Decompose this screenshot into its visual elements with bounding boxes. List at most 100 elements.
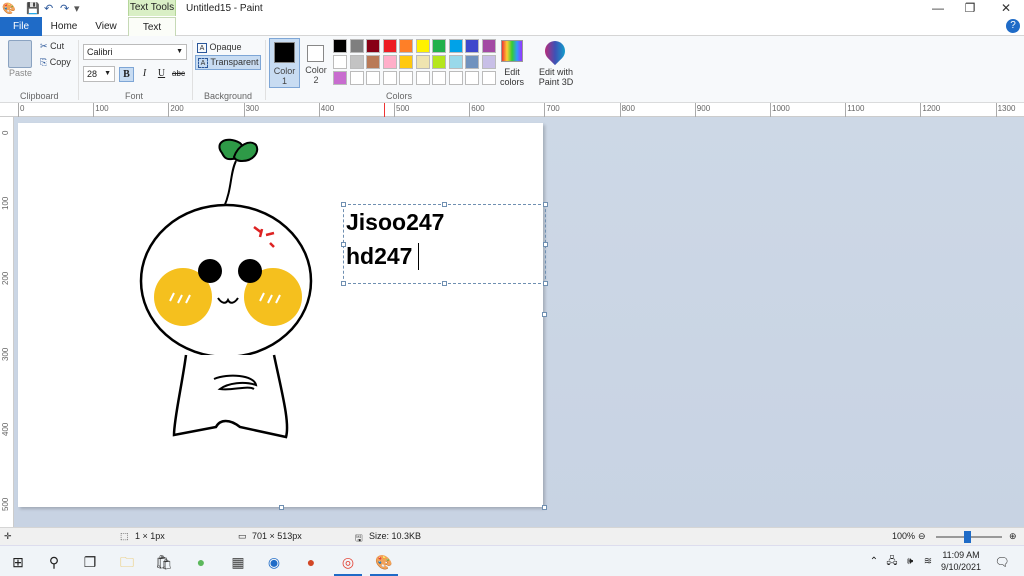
edit-with-paint3d-button[interactable]: Edit with Paint 3D	[533, 67, 579, 87]
color-swatch[interactable]	[399, 39, 413, 53]
resize-handle[interactable]	[341, 242, 346, 247]
canvas-resize-handle-right[interactable]	[542, 312, 547, 317]
edit-colors-icon[interactable]	[501, 40, 523, 62]
volume-icon[interactable]: 🕪	[900, 552, 920, 572]
clipboard-icon[interactable]	[8, 40, 32, 68]
color-swatch[interactable]	[448, 71, 463, 85]
mail-icon[interactable]: ◉	[264, 552, 284, 572]
zoom-out-icon[interactable]: ⊖	[918, 531, 926, 542]
font-family-select[interactable]: Calibri ▼	[83, 44, 187, 60]
ruler-tick	[694, 103, 696, 117]
resize-handle[interactable]	[543, 202, 548, 207]
color-swatch[interactable]	[399, 71, 413, 85]
zoom-in-icon[interactable]: ⊕	[1009, 531, 1017, 542]
color-swatch[interactable]	[481, 71, 496, 85]
color-swatch[interactable]	[333, 71, 347, 85]
restore-button[interactable]: ❐	[956, 0, 984, 17]
color-swatch[interactable]	[382, 39, 397, 53]
strikethrough-button[interactable]: abc	[171, 67, 186, 82]
italic-button[interactable]: I	[137, 67, 152, 82]
color-swatch[interactable]	[481, 39, 496, 53]
tab-text[interactable]: Text	[128, 17, 176, 36]
resize-handle[interactable]	[341, 202, 346, 207]
close-button[interactable]: ✕	[992, 0, 1020, 17]
clock[interactable]: 11:09 AM 9/10/2021	[936, 549, 986, 573]
color-swatch[interactable]	[366, 55, 380, 69]
tab-view[interactable]: View	[88, 17, 124, 36]
help-icon[interactable]: ?	[1006, 19, 1020, 33]
color-swatch[interactable]	[432, 55, 446, 69]
text-line-2[interactable]: hd247	[346, 243, 412, 270]
chevron-up-icon[interactable]: ⌃	[864, 552, 884, 572]
chrome-icon[interactable]: ◎	[338, 552, 358, 572]
color-swatch[interactable]	[465, 71, 479, 85]
color-swatch[interactable]	[366, 39, 380, 53]
transparent-button[interactable]: A Transparent	[195, 55, 261, 70]
tab-file[interactable]: File	[0, 17, 42, 36]
bold-button[interactable]: B	[119, 67, 134, 82]
font-size-select[interactable]: 28 ▼	[83, 66, 115, 82]
color-swatch[interactable]	[448, 39, 463, 53]
paste-button[interactable]: Paste	[9, 68, 32, 78]
drawing-canvas[interactable]	[18, 123, 543, 507]
color-swatch[interactable]	[415, 39, 430, 53]
color1-number: 1	[281, 76, 287, 86]
resize-handle[interactable]	[543, 281, 548, 286]
color-swatch[interactable]	[448, 55, 463, 69]
color-swatch[interactable]	[432, 39, 446, 53]
paint-app-icon[interactable]: 🎨	[2, 2, 16, 15]
color2-button[interactable]: Color 2	[302, 38, 330, 88]
app-icon[interactable]: ●	[191, 552, 211, 572]
resize-handle[interactable]	[442, 281, 447, 286]
undo-icon[interactable]: ↶	[44, 2, 53, 15]
canvas-resize-handle-bottom[interactable]	[279, 505, 284, 510]
redo-icon[interactable]: ↷	[60, 2, 69, 15]
color-swatch[interactable]	[415, 71, 430, 85]
selection-icon: ⬚	[120, 531, 129, 541]
notification-icon[interactable]: 🗨	[992, 552, 1012, 572]
tab-home[interactable]: Home	[46, 17, 82, 36]
wifi-icon[interactable]: ≋	[918, 552, 938, 572]
save-icon[interactable]: 💾	[26, 2, 40, 15]
underline-button[interactable]: U	[154, 67, 169, 82]
color-swatch[interactable]	[333, 55, 347, 69]
canvas-resize-handle-corner[interactable]	[542, 505, 547, 510]
text-box[interactable]: Jisoo247 hd247	[341, 202, 548, 286]
search-icon[interactable]: ⚲	[44, 552, 64, 572]
color-swatch[interactable]	[366, 71, 380, 85]
powerpoint-icon[interactable]: ●	[301, 552, 321, 572]
copy-button[interactable]: ⎘ Copy	[40, 57, 71, 68]
edit-colors-button[interactable]: Edit colors	[496, 67, 528, 87]
start-icon[interactable]: ⊞	[8, 552, 28, 572]
resize-handle[interactable]	[543, 242, 548, 247]
paint3d-icon[interactable]	[540, 36, 570, 66]
color-swatch[interactable]	[415, 55, 430, 69]
opaque-button[interactable]: A Opaque	[197, 40, 242, 54]
customize-qat-icon[interactable]: ▾	[74, 2, 80, 15]
resize-handle[interactable]	[442, 202, 447, 207]
color-swatch[interactable]	[382, 71, 397, 85]
cut-button[interactable]: ✂ Cut	[40, 41, 64, 52]
resize-handle[interactable]	[341, 281, 346, 286]
color-swatch[interactable]	[465, 39, 479, 53]
calculator-icon[interactable]: ▦	[228, 552, 248, 572]
color-swatch[interactable]	[382, 55, 397, 69]
ruler-label: 900	[696, 104, 711, 113]
color1-button[interactable]: Color 1	[269, 38, 300, 88]
store-icon[interactable]: 🛍	[154, 552, 174, 572]
color-swatch[interactable]	[481, 55, 496, 69]
color-swatch[interactable]	[432, 71, 446, 85]
file-explorer-icon[interactable]: 🗀	[117, 552, 137, 572]
color-swatch[interactable]	[349, 39, 364, 53]
network-icon[interactable]: 🖧	[882, 552, 902, 572]
color-swatch[interactable]	[399, 55, 413, 69]
paint-taskbar-icon[interactable]: 🎨	[374, 552, 394, 572]
color-swatch[interactable]	[465, 55, 479, 69]
color-swatch[interactable]	[349, 55, 364, 69]
minimize-button[interactable]: —	[924, 0, 952, 17]
text-line-1[interactable]: Jisoo247	[346, 209, 444, 236]
task-view-icon[interactable]: ❐	[80, 552, 100, 572]
color-swatch[interactable]	[349, 71, 364, 85]
color-swatch[interactable]	[333, 39, 347, 53]
zoom-slider-thumb[interactable]	[964, 531, 971, 543]
